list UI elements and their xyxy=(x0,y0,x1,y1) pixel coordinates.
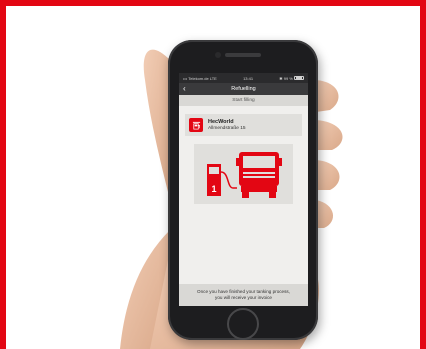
station-address: Allmendstraße 15 xyxy=(208,125,246,131)
earpiece-speaker xyxy=(225,53,261,57)
station-name: HecWorld xyxy=(208,118,234,125)
fuel-station-icon xyxy=(189,118,203,132)
battery-indicator: ✱ 99 % xyxy=(279,76,304,81)
subheader-label: Start filling xyxy=(232,98,255,103)
status-bar: ••• Telekom.de LTE 13:41 ✱ 99 % xyxy=(179,73,308,83)
carrier-label: ••• Telekom.de LTE xyxy=(183,75,217,81)
pump-number: 1 xyxy=(211,184,216,194)
time-label: 13:41 xyxy=(243,75,254,81)
truck-refuelling-icon: 1 xyxy=(194,144,293,204)
chevron-left-icon[interactable]: ‹ xyxy=(183,85,191,93)
nav-title: Refuelling xyxy=(231,86,256,92)
smartphone: ••• Telekom.de LTE 13:41 ✱ 99 % ‹ Refuel… xyxy=(168,40,318,340)
app-screen: ••• Telekom.de LTE 13:41 ✱ 99 % ‹ Refuel… xyxy=(179,73,308,306)
invoice-note: Once you have finished your tanking proc… xyxy=(179,284,308,306)
invoice-note-line2: you will receive your invoice xyxy=(215,294,272,300)
invoice-note-line1: Once you have finished your tanking proc… xyxy=(197,289,290,294)
start-filling-header: Start filling xyxy=(179,95,308,106)
home-button[interactable] xyxy=(227,308,259,340)
station-card[interactable]: HecWorld Allmendstraße 15 xyxy=(185,114,302,136)
navigation-bar: ‹ Refuelling xyxy=(179,83,308,95)
front-camera xyxy=(215,52,221,58)
battery-icon xyxy=(294,76,304,81)
battery-label: ✱ 99 % xyxy=(279,75,293,81)
